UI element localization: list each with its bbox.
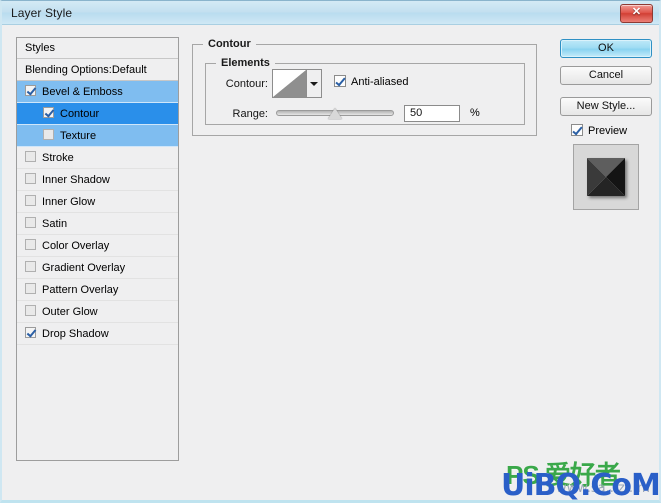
effect-label: Satin: [42, 218, 68, 230]
effect-row-bevel-emboss[interactable]: Bevel & Emboss: [17, 81, 178, 103]
effect-label: Inner Shadow: [42, 174, 110, 186]
effect-row-color-overlay[interactable]: Color Overlay: [17, 235, 178, 257]
effect-checkbox-icon[interactable]: [25, 327, 36, 338]
anti-aliased-check-icon: [334, 75, 346, 87]
contour-curve-swatch: [273, 70, 307, 97]
title-bar[interactable]: Layer Style ✕: [2, 1, 659, 25]
preview-checkbox[interactable]: Preview: [571, 124, 627, 137]
effect-row-satin[interactable]: Satin: [17, 213, 178, 235]
effect-row-texture[interactable]: Texture: [17, 125, 178, 147]
effect-checkbox-icon[interactable]: [25, 151, 36, 162]
effect-row-pattern-overlay[interactable]: Pattern Overlay: [17, 279, 178, 301]
effect-row-inner-shadow[interactable]: Inner Shadow: [17, 169, 178, 191]
effect-label: Inner Glow: [42, 196, 96, 208]
effect-row-outer-glow[interactable]: Outer Glow: [17, 301, 178, 323]
style-preview-thumbnail: [573, 144, 639, 210]
effect-checkbox-icon[interactable]: [43, 107, 54, 118]
close-icon: ✕: [631, 6, 642, 18]
effect-label: Contour: [60, 108, 100, 120]
styles-list-panel: Styles Blending Options:Default Bevel & …: [16, 37, 179, 461]
anti-aliased-checkbox[interactable]: Anti-aliased: [334, 75, 408, 88]
dialog-action-panel: OK Cancel New Style... Preview: [550, 37, 655, 461]
anti-aliased-label: Anti-aliased: [351, 76, 409, 88]
effect-label: Drop Shadow: [42, 328, 109, 340]
effect-label: Pattern Overlay: [42, 284, 119, 296]
range-slider-thumb[interactable]: [328, 108, 342, 119]
close-button[interactable]: ✕: [620, 4, 653, 23]
contour-group-title: Contour: [203, 38, 256, 50]
ok-button[interactable]: OK: [560, 39, 652, 58]
chevron-down-icon: [310, 81, 318, 86]
effect-checkbox-icon[interactable]: [25, 173, 36, 184]
effect-row-contour[interactable]: Contour: [17, 103, 178, 125]
effect-checkbox-icon[interactable]: [25, 217, 36, 228]
range-input[interactable]: 50: [404, 105, 460, 122]
new-style-button[interactable]: New Style...: [560, 97, 652, 116]
effect-checkbox-icon[interactable]: [25, 283, 36, 294]
range-unit-label: %: [470, 107, 480, 119]
styles-list-header: Styles: [17, 38, 178, 59]
effect-checkbox-icon[interactable]: [25, 85, 36, 96]
effect-label: Gradient Overlay: [42, 262, 126, 274]
contour-field-label: Contour:: [225, 78, 268, 90]
bevel-preview-art: [587, 158, 625, 196]
effect-row-gradient-overlay[interactable]: Gradient Overlay: [17, 257, 178, 279]
effect-row-inner-glow[interactable]: Inner Glow: [17, 191, 178, 213]
preview-check-icon: [571, 124, 583, 136]
contour-dropdown-button[interactable]: [307, 70, 321, 97]
effect-row-drop-shadow[interactable]: Drop Shadow: [17, 323, 178, 345]
layer-style-dialog: Layer Style ✕ Styles Blending Options:De…: [0, 0, 661, 503]
contour-picker[interactable]: [272, 69, 322, 98]
preview-label: Preview: [588, 125, 628, 137]
effect-label: Stroke: [42, 152, 74, 164]
effect-label: Outer Glow: [42, 306, 98, 318]
effect-label: Color Overlay: [42, 240, 110, 252]
effect-label: Bevel & Emboss: [42, 86, 123, 98]
elements-group-title: Elements: [216, 57, 275, 69]
effect-checkbox-icon[interactable]: [25, 239, 36, 250]
effect-checkbox-icon[interactable]: [25, 305, 36, 316]
effect-checkbox-icon[interactable]: [43, 129, 54, 140]
contour-settings-panel: Contour Elements Contour: Anti-aliased R…: [192, 37, 537, 461]
effects-list: Bevel & Emboss Contour Texture Stroke Inner …: [17, 81, 178, 345]
elements-groupbox: Elements Contour: Anti-aliased Range: 50…: [205, 57, 525, 125]
effect-checkbox-icon[interactable]: [25, 261, 36, 272]
range-field-label: Range:: [232, 108, 268, 120]
effect-checkbox-icon[interactable]: [25, 195, 36, 206]
effect-label: Texture: [60, 130, 97, 142]
blending-options-row[interactable]: Blending Options:Default: [17, 59, 178, 81]
window-title: Layer Style: [11, 6, 73, 20]
contour-groupbox: Contour Elements Contour: Anti-aliased R…: [192, 38, 537, 136]
effect-row-stroke[interactable]: Stroke: [17, 147, 178, 169]
cancel-button[interactable]: Cancel: [560, 66, 652, 85]
